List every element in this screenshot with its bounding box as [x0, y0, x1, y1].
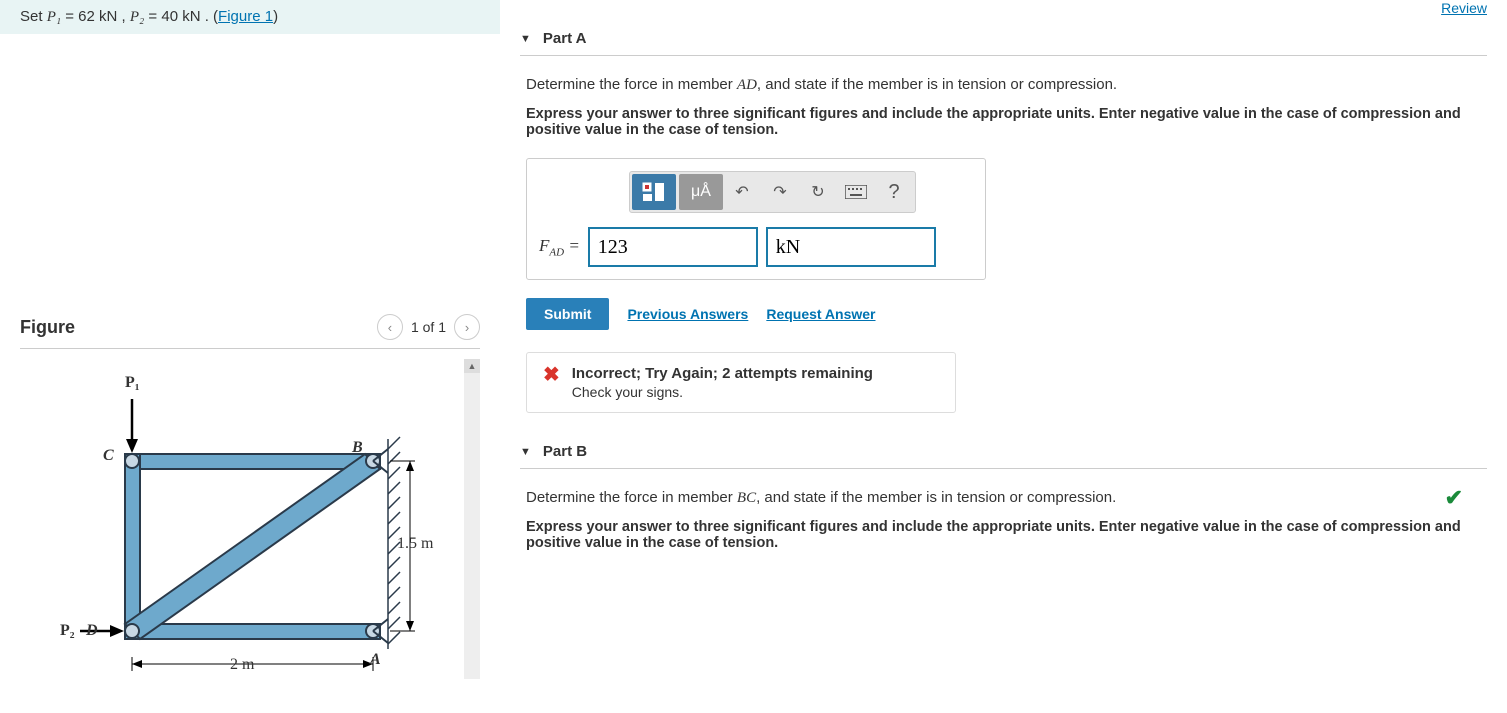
label-c: C: [103, 447, 114, 465]
submit-button[interactable]: Submit: [526, 298, 609, 330]
value-input[interactable]: [588, 227, 758, 267]
scroll-up-icon[interactable]: ▲: [464, 359, 480, 373]
help-button[interactable]: ?: [875, 174, 913, 210]
setup-text: Set: [20, 8, 47, 25]
collapse-caret-icon: ▼: [520, 446, 531, 458]
figure-prev-button[interactable]: ‹: [377, 314, 403, 340]
unit-input[interactable]: [766, 227, 936, 267]
keyboard-button[interactable]: [837, 174, 875, 210]
templates-button[interactable]: [632, 174, 676, 210]
answer-box: μÅ ↶ ↷ ↻ ? FAD =: [526, 158, 986, 280]
part-a-section: ▼ Part A Determine the force in member A…: [520, 30, 1487, 413]
correct-check-icon: ✔: [1445, 485, 1463, 511]
var-p2: P₂: [130, 9, 144, 25]
collapse-caret-icon: ▼: [520, 33, 531, 45]
template-icon: [641, 181, 667, 203]
label-p1: P₁: [125, 374, 140, 392]
redo-button[interactable]: ↷: [761, 174, 799, 210]
units-alpha-button[interactable]: μÅ: [679, 174, 723, 210]
reset-button[interactable]: ↻: [799, 174, 837, 210]
part-a-title: Part A: [543, 30, 587, 47]
problem-setup: Set P₁ = 62 kN , P₂ = 40 kN . (Figure 1): [0, 0, 500, 34]
var-p1: P₁: [47, 9, 61, 25]
dim-width: 2 m: [230, 656, 254, 674]
part-a-instruction: Express your answer to three significant…: [526, 106, 1487, 138]
incorrect-icon: ✖: [543, 365, 560, 385]
part-b-title: Part B: [543, 443, 587, 460]
label-a: A: [370, 651, 381, 669]
truss-diagram: [80, 379, 420, 679]
figure-next-button[interactable]: ›: [454, 314, 480, 340]
part-b-section: ▼ Part B ✔ Determine the force in member…: [520, 443, 1487, 551]
request-answer-link[interactable]: Request Answer: [766, 306, 875, 322]
undo-button[interactable]: ↶: [723, 174, 761, 210]
figure-counter: 1 of 1: [411, 319, 446, 335]
part-b-header[interactable]: ▼ Part B: [520, 443, 1487, 469]
part-a-header[interactable]: ▼ Part A: [520, 30, 1487, 56]
keyboard-icon: [845, 185, 867, 199]
figure-canvas: ▲: [20, 359, 480, 679]
feedback-box: ✖ Incorrect; Try Again; 2 attempts remai…: [526, 352, 956, 413]
review-link[interactable]: Review: [1441, 0, 1487, 16]
dim-height: 1.5 m: [397, 535, 433, 553]
feedback-sub: Check your signs.: [572, 384, 873, 400]
answer-toolbar: μÅ ↶ ↷ ↻ ?: [629, 171, 916, 213]
figure-title: Figure: [20, 317, 75, 338]
part-a-prompt: Determine the force in member AD, and st…: [526, 76, 1487, 94]
part-b-prompt: Determine the force in member BC, and st…: [526, 489, 1487, 507]
label-b: B: [352, 439, 363, 457]
figure-link[interactable]: Figure 1: [218, 8, 273, 25]
part-b-instruction: Express your answer to three significant…: [526, 519, 1487, 551]
label-p2: P₂: [60, 622, 75, 640]
answer-variable-label: FAD =: [539, 236, 580, 258]
feedback-main: Incorrect; Try Again; 2 attempts remaini…: [572, 365, 873, 382]
label-d: D: [86, 622, 98, 640]
previous-answers-link[interactable]: Previous Answers: [627, 306, 748, 322]
